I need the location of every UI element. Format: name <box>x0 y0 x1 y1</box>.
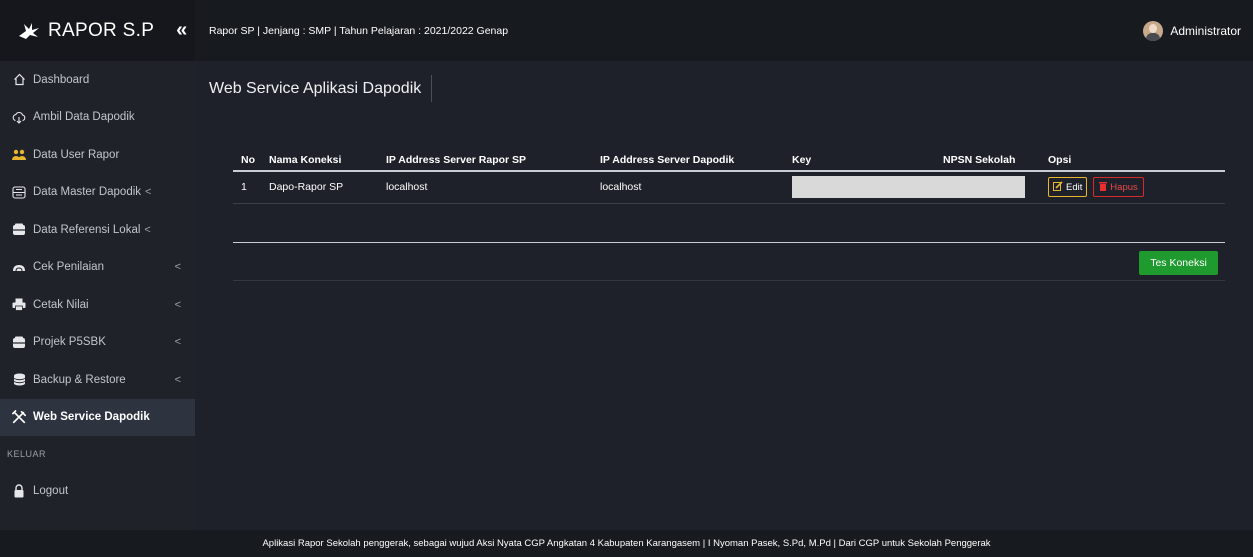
column-header-key: Key <box>784 149 935 172</box>
folder-icon <box>12 335 26 349</box>
redacted-block <box>792 176 1025 199</box>
sidebar-item-web-service[interactable]: Web Service Dapodik <box>0 398 195 436</box>
tes-koneksi-button[interactable]: Tes Koneksi <box>1139 251 1218 275</box>
sidebar-item-label: Cek Penilaian <box>33 261 104 274</box>
hapus-button[interactable]: Hapus <box>1093 177 1144 198</box>
trash-icon <box>1099 181 1108 194</box>
sidebar-item-label: Dashboard <box>33 73 90 86</box>
sidebar-item-cek-penilaian[interactable]: Cek Penilaian < <box>0 249 195 287</box>
sidebar-item-label: Web Service Dapodik <box>33 411 150 424</box>
hapus-label: Hapus <box>1110 181 1138 193</box>
database-icon <box>12 185 26 199</box>
cell-ip-rapor: localhost <box>378 171 592 204</box>
sidebar-item-label: Backup & Restore <box>33 373 126 386</box>
footer: Aplikasi Rapor Sekolah penggerak, sebaga… <box>0 530 1253 557</box>
sidebar-item-logout[interactable]: Logout <box>0 472 195 510</box>
database-icon <box>12 223 26 237</box>
tools-icon <box>12 409 26 424</box>
chevron-left-icon: < <box>174 298 181 311</box>
sidebar-item-label: Data User Rapor <box>33 148 120 161</box>
user-name: Administrator <box>1170 23 1241 38</box>
cell-key-redacted <box>784 171 1040 204</box>
avatar <box>1143 20 1164 41</box>
sidebar-item-label: Data Master Dapodik <box>33 186 142 199</box>
cell-opsi: Edit Hapus <box>1040 171 1225 204</box>
column-header-nama-koneksi: Nama Koneksi <box>261 149 378 172</box>
page-title: Web Service Aplikasi Dapodik <box>209 75 433 102</box>
column-header-npsn: NPSN Sekolah <box>935 149 1040 172</box>
sidebar-item-projek-p5sbk[interactable]: Projek P5SBK < <box>0 324 195 362</box>
edit-icon <box>1053 181 1063 194</box>
printer-icon <box>12 298 26 312</box>
chevron-left-icon: < <box>174 336 181 349</box>
column-header-ip-rapor: IP Address Server Rapor SP <box>378 149 592 172</box>
column-header-no: No <box>233 149 261 172</box>
divider <box>233 242 1225 243</box>
sidebar-item-ambil-data[interactable]: Ambil Data Dapodik <box>0 99 195 137</box>
sidebar-item-label: Cetak Nilai <box>33 298 89 311</box>
lock-icon <box>12 484 26 498</box>
edit-label: Edit <box>1066 181 1083 193</box>
bird-logo-icon <box>18 20 40 42</box>
column-header-ip-dapodik: IP Address Server Dapodik <box>592 149 784 172</box>
database-stack-icon <box>12 373 26 387</box>
sidebar: Dashboard Ambil Data Dapodik Data User R… <box>0 61 195 530</box>
chevron-left-icon: < <box>174 373 181 386</box>
sidebar-item-cetak-nilai[interactable]: Cetak Nilai < <box>0 286 195 324</box>
table-header-row: No Nama Koneksi IP Address Server Rapor … <box>233 149 1225 172</box>
main-content: Web Service Aplikasi Dapodik No Nama Kon… <box>195 61 1253 530</box>
sidebar-section-keluar: KELUAR <box>7 449 47 459</box>
cell-ip-dapodik: localhost <box>592 171 784 204</box>
cell-nama-koneksi: Dapo-Rapor SP <box>261 171 378 204</box>
top-bar: RAPOR S.P « Rapor SP | Jenjang : SMP | T… <box>0 0 1253 61</box>
user-menu[interactable]: Administrator <box>1143 20 1241 41</box>
cloud-download-icon <box>12 110 26 124</box>
chevron-left-icon: < <box>144 223 151 236</box>
cloud-icon <box>12 260 26 274</box>
brand-title: RAPOR S.P <box>48 19 155 41</box>
sidebar-item-data-user[interactable]: Data User Rapor <box>0 136 195 174</box>
footer-text: Aplikasi Rapor Sekolah penggerak, sebaga… <box>262 538 991 549</box>
edit-button[interactable]: Edit <box>1048 177 1088 198</box>
sidebar-item-data-master[interactable]: Data Master Dapodik < <box>0 174 195 212</box>
column-header-opsi: Opsi <box>1040 149 1225 172</box>
cell-no: 1 <box>233 171 261 204</box>
table-row: 1 Dapo-Rapor SP localhost localhost Edit <box>233 171 1225 204</box>
page-title-wrap: Web Service Aplikasi Dapodik <box>209 75 433 102</box>
sidebar-item-label: Projek P5SBK <box>33 336 106 349</box>
sidebar-item-dashboard[interactable]: Dashboard <box>0 61 195 99</box>
session-info: Rapor SP | Jenjang : SMP | Tahun Pelajar… <box>209 24 509 37</box>
sidebar-item-backup-restore[interactable]: Backup & Restore < <box>0 361 195 399</box>
sidebar-item-label: Logout <box>33 484 69 497</box>
sidebar-item-data-referensi[interactable]: Data Referensi Lokal < <box>0 211 195 249</box>
sidebar-item-label: Data Referensi Lokal <box>33 223 141 236</box>
divider <box>233 280 1225 281</box>
chevron-left-icon: < <box>174 261 181 274</box>
home-icon <box>12 73 26 87</box>
brand[interactable]: RAPOR S.P « <box>0 0 195 61</box>
sidebar-item-label: Ambil Data Dapodik <box>33 111 135 124</box>
sidebar-toggle-button[interactable]: « <box>176 19 187 42</box>
chevron-left-icon: < <box>145 186 152 199</box>
users-icon <box>12 148 26 162</box>
web-service-table: No Nama Koneksi IP Address Server Rapor … <box>233 149 1225 204</box>
